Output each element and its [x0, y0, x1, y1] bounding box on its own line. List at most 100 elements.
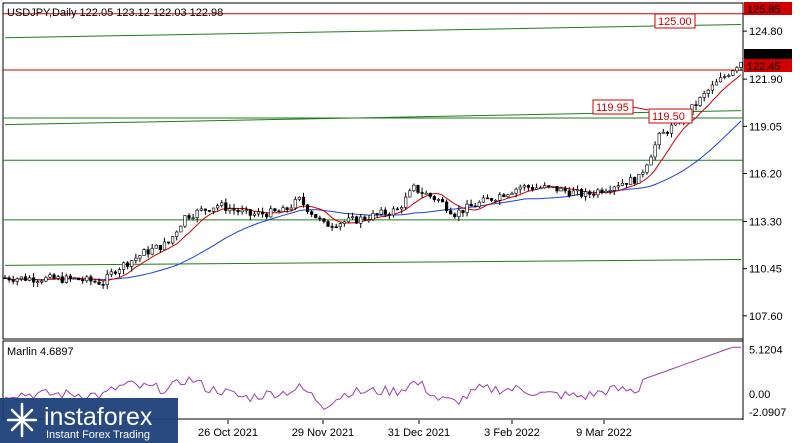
candle-body: [698, 97, 702, 106]
candle-body: [465, 203, 469, 213]
candle-body: [563, 187, 567, 192]
candle-body: [228, 208, 232, 211]
candle-body: [81, 279, 85, 282]
candle-body: [444, 201, 449, 212]
candle-body: [240, 209, 244, 213]
candle-body: [338, 223, 342, 228]
chart-title: USDJPY,Daily 122.05 123.12 122.03 122.98: [7, 7, 223, 19]
y-tick-label-5: 113.30: [749, 216, 782, 228]
candle-body: [7, 277, 11, 281]
price-red-level: 122.45: [747, 61, 781, 73]
candle-body: [567, 190, 571, 196]
candle-body: [330, 226, 334, 228]
instaforex-logo: instaforex Instant Forex Trading: [0, 398, 178, 443]
x-tick-label-0: 26 Oct 2021: [198, 427, 258, 439]
candle-body: [391, 208, 396, 216]
main-panel: [2, 2, 744, 340]
candle-body: [624, 182, 629, 185]
candle-body: [461, 209, 465, 213]
candle-body: [428, 192, 432, 197]
candle-body: [322, 218, 326, 222]
candle-body: [346, 217, 351, 223]
candle-body: [710, 84, 714, 91]
x-tick-label-3: 3 Feb 2022: [484, 427, 540, 439]
candle-body: [559, 187, 563, 192]
candle-body: [195, 209, 199, 218]
candle-body: [604, 190, 608, 193]
candle-body: [244, 209, 248, 211]
candle-body: [19, 276, 23, 280]
candle-body: [424, 192, 428, 195]
candle-body: [363, 216, 367, 220]
candle-body: [199, 208, 203, 211]
candle-body: [449, 210, 453, 215]
candle-body: [175, 231, 179, 237]
candle-body: [383, 209, 387, 215]
candle-body: [485, 197, 490, 200]
candle-body: [359, 216, 363, 224]
candle-body: [85, 276, 89, 281]
candle-body: [3, 277, 7, 280]
candle-body: [109, 271, 113, 275]
candle-body: [637, 174, 641, 184]
x-tick-label-2: 31 Dec 2021: [388, 427, 450, 439]
candle-body: [113, 271, 117, 274]
candle-body: [56, 276, 60, 279]
candle-body: [739, 61, 743, 68]
candle-body: [665, 132, 669, 134]
x-tick-label-4: 9 Mar 2022: [576, 427, 632, 439]
candle-body: [36, 281, 40, 283]
ind-tick-label-0: 5.1204: [749, 345, 783, 357]
ind-tick-label-1: 0.00: [749, 389, 770, 401]
candle-body: [731, 70, 735, 76]
candle-body: [702, 93, 706, 98]
candle-body: [326, 221, 330, 227]
candle-body: [555, 185, 559, 192]
logo-name: instaforex: [44, 403, 153, 431]
candle-body: [584, 191, 588, 197]
candle-body: [121, 262, 126, 270]
candle-body: [162, 241, 167, 251]
y-tick-label-4: 116.20: [749, 168, 782, 180]
candle-body: [661, 132, 665, 134]
candle-body: [158, 244, 162, 251]
ind-tick-label-2: -2.0907: [749, 407, 786, 419]
candle-body: [669, 124, 674, 134]
candle-body: [612, 186, 616, 191]
candle-body: [236, 209, 240, 213]
candle-body: [216, 205, 220, 209]
candle-body: [494, 200, 498, 202]
annotation-125: 125.00: [654, 13, 696, 29]
candle-body: [277, 210, 281, 213]
candle-body: [314, 214, 318, 219]
candle-body: [408, 190, 412, 198]
candle-body: [547, 185, 551, 187]
candle-body: [32, 277, 36, 283]
candle-body: [457, 209, 461, 217]
candle-body: [436, 199, 441, 201]
candle-body: [105, 274, 109, 285]
y-tick-label-3: 119.05: [749, 121, 782, 133]
candle-body: [579, 189, 584, 197]
candle-body: [126, 262, 130, 267]
candle-body: [179, 225, 183, 233]
candle-body: [285, 207, 289, 210]
candle-body: [735, 67, 739, 72]
candle-body: [171, 236, 175, 244]
candle-body: [232, 208, 236, 211]
candle-body: [289, 207, 293, 210]
candle-body: [93, 280, 97, 283]
candle-body: [40, 280, 44, 283]
candle-body: [256, 211, 261, 215]
candle-body: [154, 244, 158, 249]
candle-body: [350, 216, 355, 219]
candle-body: [15, 278, 19, 282]
candle-body: [718, 77, 723, 83]
candle-body: [68, 275, 73, 279]
candle-body: [101, 284, 105, 286]
candle-body: [575, 189, 580, 192]
candle-body: [310, 211, 314, 215]
candle-body: [318, 217, 322, 220]
candle-body: [477, 201, 481, 207]
x-tick-label-1: 29 Nov 2021: [292, 427, 354, 439]
